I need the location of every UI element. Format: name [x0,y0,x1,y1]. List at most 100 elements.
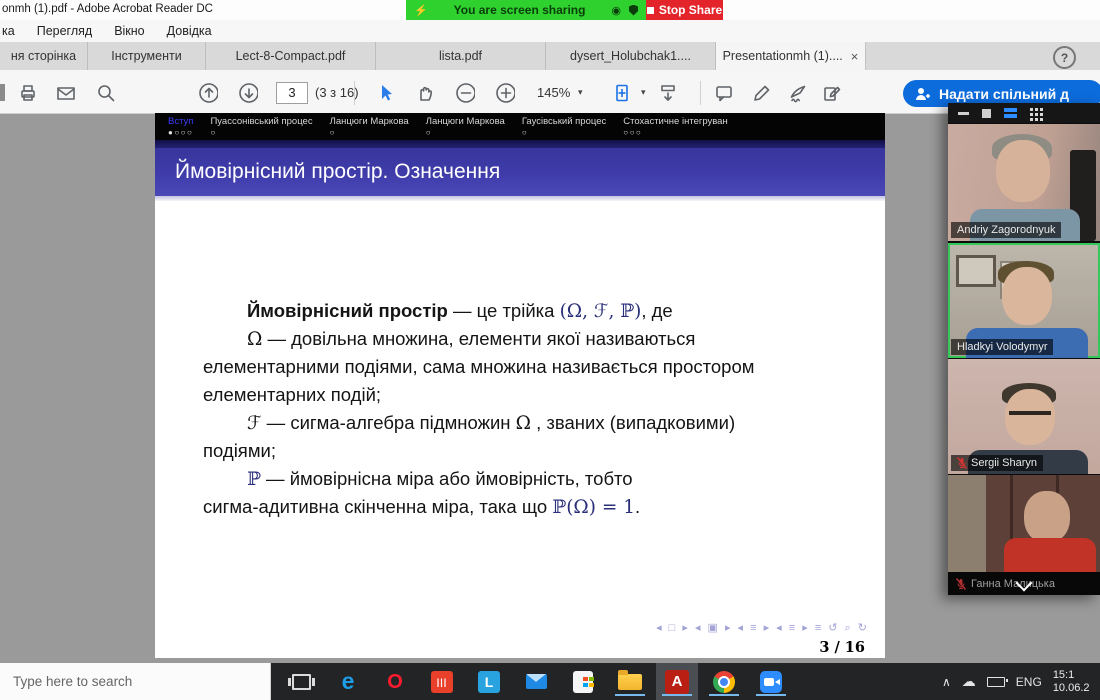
page-fit-caret-icon[interactable]: ▾ [641,87,646,98]
participant-video-4[interactable] [948,475,1100,572]
section-markov-1[interactable]: Ланцюги Маркова○ [330,116,409,140]
acrobat-icon[interactable]: A [664,668,690,696]
email-icon[interactable] [56,83,76,103]
fill-sign-icon[interactable] [822,83,842,103]
chrome-icon[interactable] [711,668,737,696]
beamer-nav-symbols[interactable]: ◂ □ ▸ ◂ ▣ ▸ ◂ ≡ ▸ ◂ ≡ ▸ ≡ ↺ ⌕ ↻ [656,621,869,635]
zoom-level-value[interactable]: 145% [537,85,570,100]
gallery-view-icon[interactable] [1030,108,1033,111]
select-tool-icon[interactable] [375,83,395,103]
page-count-label: (3 з 16) [315,85,359,100]
minimize-icon[interactable] [958,112,969,115]
tab-document-active[interactable]: Presentationmh (1).... × [716,42,866,70]
tray-date: 10.06.2 [1053,682,1090,694]
tab-document-1[interactable]: Lect-8-Compact.pdf [206,42,376,70]
close-tab-icon[interactable]: × [851,49,859,64]
edge-icon[interactable]: e [335,668,361,696]
section-stochastic[interactable]: Стохастичне інтегруван○○○ [623,116,727,140]
participant-name-label: Sergii Sharyn [951,455,1043,471]
person-add-icon [915,87,931,101]
running-indicator [615,694,645,696]
participant-avatar [996,140,1050,202]
speaker-view-icon[interactable] [982,109,991,118]
zoom-in-icon[interactable] [495,83,515,103]
onedrive-cloud-icon[interactable]: ☁ [962,673,976,690]
taskbar-search-input[interactable]: Type here to search [0,663,271,700]
strip-view-icon[interactable] [1004,108,1017,118]
menu-item-window[interactable]: Вікно [103,24,155,38]
opera-icon[interactable]: O [382,668,408,696]
save-icon[interactable] [0,84,5,101]
zoom-app-icon[interactable] [758,668,784,696]
slide-text-line: елементарних подій; [203,384,855,412]
sign-pen-icon[interactable] [788,83,808,103]
participant-name-label: Ганна Малицька [971,578,1055,590]
participant-avatar [1002,267,1052,325]
slide-text-line: ℱ — сигма-алгебра підмножин Ω , званих (… [203,412,855,440]
scroll-view-icon[interactable] [658,83,678,103]
section-poisson[interactable]: Пуассонівський процес○ [210,116,312,140]
task-view-icon[interactable] [288,668,314,696]
stop-share-button[interactable]: Stop Share [646,0,723,20]
zoom-out-icon[interactable] [455,83,475,103]
participant-video-3[interactable]: Sergii Sharyn [948,359,1100,474]
file-explorer-icon[interactable] [617,668,643,696]
menu-item-truncated[interactable]: ка [0,24,26,38]
store-icon[interactable] [570,668,596,696]
slide-text-line: сигма-адитивна скінченна міра, така що ℙ… [203,496,855,524]
mail-icon[interactable] [523,668,549,696]
lightshot-icon[interactable]: L [476,668,502,696]
page-number-input[interactable]: 3 [276,82,308,104]
print-icon[interactable] [18,83,38,103]
tab-tools[interactable]: Інструменти [88,42,206,70]
slide-section-nav: Вступ●○○○ Пуассонівський процес○ Ланцюги… [155,113,885,140]
session-circle-icon: ◉ [611,4,621,17]
tab-home[interactable]: ня сторінка [0,42,88,70]
language-indicator[interactable]: ENG [1016,675,1042,689]
highlight-pen-icon[interactable] [752,83,772,103]
tab-document-3[interactable]: dysert_Holubchak1.... [546,42,716,70]
page-up-icon[interactable] [198,83,218,103]
participant-video-2-active-speaker[interactable]: Hladkyi Volodymyr [948,243,1100,358]
shield-icon [629,5,638,16]
tab-document-2[interactable]: lista.pdf [376,42,546,70]
section-markov-2[interactable]: Ланцюги Маркова○ [426,116,505,140]
windows-taskbar: Type here to search e O ||| L A ∧ ☁ ENG … [0,663,1100,700]
active-tab-label: Presentationmh (1).... [723,49,843,63]
running-indicator [662,694,692,696]
stop-share-label: Stop Share [659,3,722,17]
comment-icon[interactable] [714,83,734,103]
slide-page-label: 3 / 16 [819,639,865,656]
zoom-video-panel: Andriy Zagorodnyuk Hladkyi Volodymyr Ser… [948,103,1100,595]
app-iii-icon[interactable]: ||| [429,668,455,696]
mic-muted-icon [957,457,967,469]
page-down-icon[interactable] [238,83,258,103]
taskbar-icons: e O ||| L A [288,663,784,700]
slide-text-line: Ω — довільна множина, елементи якої нази… [203,328,855,356]
window-title: onmh (1).pdf - Adobe Acrobat Reader DC [2,3,213,15]
help-icon[interactable]: ? [1053,46,1076,69]
section-vstup[interactable]: Вступ●○○○ [168,116,193,140]
page-fit-icon[interactable] [612,83,632,103]
clock[interactable]: 15:1 10.06.2 [1053,669,1090,695]
menu-item-help[interactable]: Довідка [156,24,223,38]
section-gauss[interactable]: Гаусівський процес○ [522,116,606,140]
menu-item-view[interactable]: Перегляд [26,24,103,38]
slide-title-glow [155,196,885,201]
toolbar-divider [354,81,355,105]
zoom-dropdown-caret-icon[interactable]: ▾ [578,87,583,98]
sharing-banner-text: You are screen sharing [436,3,604,17]
battery-icon[interactable] [987,677,1005,687]
slide-text-line: Ймовірнісний простір — це трійка (Ω, ℱ, … [203,300,855,328]
screen-sharing-banner: ⚡ You are screen sharing ◉ [406,0,646,20]
sharing-bolt-icon: ⚡ [414,4,428,17]
participant-name-label: Hladkyi Volodymyr [951,339,1053,355]
hand-tool-icon[interactable] [415,83,435,103]
slide-text-line: ℙ — ймовірнісна міра або ймовірність, то… [203,468,855,496]
tray-chevron-up-icon[interactable]: ∧ [942,675,951,689]
search-icon[interactable] [96,83,116,103]
slide-body: Ймовірнісний простір — це трійка (Ω, ℱ, … [203,300,855,524]
mic-muted-icon [956,578,966,590]
participant-video-1[interactable]: Andriy Zagorodnyuk [948,124,1100,241]
running-indicator [709,694,739,696]
